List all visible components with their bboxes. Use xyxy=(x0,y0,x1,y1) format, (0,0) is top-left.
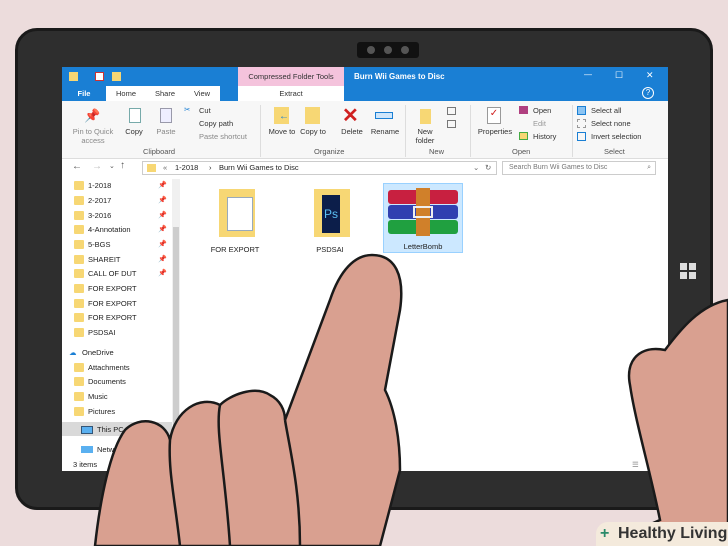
health-plus-icon: + xyxy=(600,525,610,542)
pointing-hand xyxy=(93,253,403,546)
right-hand xyxy=(599,298,728,546)
hands-illustration xyxy=(93,253,728,546)
watermark: + Healthy Living xyxy=(596,522,728,546)
watermark-text: Healthy Living xyxy=(618,525,728,542)
